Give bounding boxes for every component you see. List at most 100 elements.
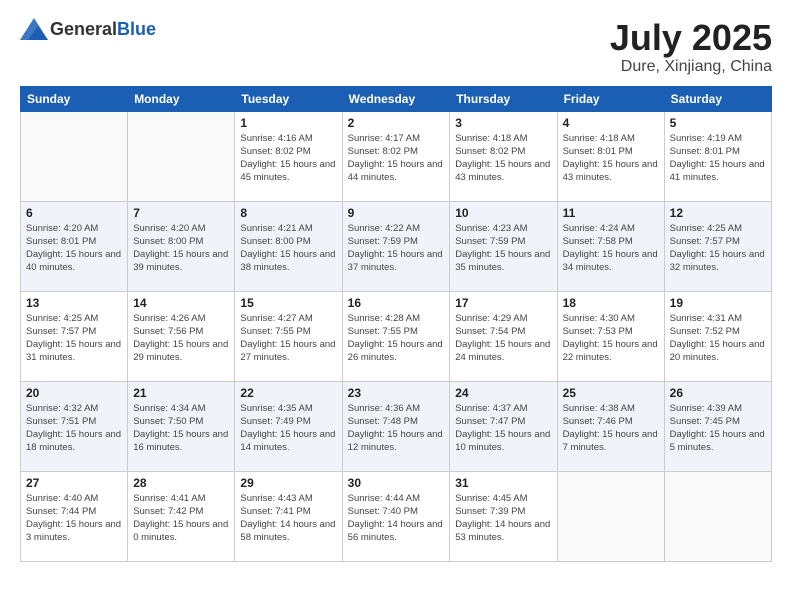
day-info: Sunrise: 4:22 AM Sunset: 7:59 PM Dayligh… bbox=[348, 222, 445, 275]
day-number: 30 bbox=[348, 476, 445, 490]
day-number: 9 bbox=[348, 206, 445, 220]
weekday-header: Wednesday bbox=[342, 86, 450, 111]
day-number: 22 bbox=[240, 386, 336, 400]
calendar-cell: 15 Sunrise: 4:27 AM Sunset: 7:55 PM Dayli… bbox=[235, 291, 342, 381]
day-number: 13 bbox=[26, 296, 122, 310]
day-number: 20 bbox=[26, 386, 122, 400]
day-info: Sunrise: 4:41 AM Sunset: 7:42 PM Dayligh… bbox=[133, 492, 229, 545]
calendar-cell: 6 Sunrise: 4:20 AM Sunset: 8:01 PM Daylig… bbox=[21, 201, 128, 291]
day-info: Sunrise: 4:25 AM Sunset: 7:57 PM Dayligh… bbox=[670, 222, 766, 275]
calendar-cell: 14 Sunrise: 4:26 AM Sunset: 7:56 PM Dayli… bbox=[128, 291, 235, 381]
day-info: Sunrise: 4:37 AM Sunset: 7:47 PM Dayligh… bbox=[455, 402, 551, 455]
day-info: Sunrise: 4:20 AM Sunset: 8:01 PM Dayligh… bbox=[26, 222, 122, 275]
calendar-cell: 21 Sunrise: 4:34 AM Sunset: 7:50 PM Dayli… bbox=[128, 381, 235, 471]
calendar-cell bbox=[21, 111, 128, 201]
day-number: 14 bbox=[133, 296, 229, 310]
day-info: Sunrise: 4:30 AM Sunset: 7:53 PM Dayligh… bbox=[563, 312, 659, 365]
day-number: 6 bbox=[26, 206, 122, 220]
day-number: 8 bbox=[240, 206, 336, 220]
day-number: 17 bbox=[455, 296, 551, 310]
day-number: 15 bbox=[240, 296, 336, 310]
calendar-cell: 9 Sunrise: 4:22 AM Sunset: 7:59 PM Daylig… bbox=[342, 201, 450, 291]
day-info: Sunrise: 4:25 AM Sunset: 7:57 PM Dayligh… bbox=[26, 312, 122, 365]
day-number: 10 bbox=[455, 206, 551, 220]
calendar-cell: 31Sunrise: 4:45 AM Sunset: 7:39 PM Dayli… bbox=[450, 471, 557, 561]
day-info: Sunrise: 4:32 AM Sunset: 7:51 PM Dayligh… bbox=[26, 402, 122, 455]
day-number: 18 bbox=[563, 296, 659, 310]
weekday-header: Sunday bbox=[21, 86, 128, 111]
day-info: Sunrise: 4:18 AM Sunset: 8:01 PM Dayligh… bbox=[563, 132, 659, 185]
calendar-cell: 26 Sunrise: 4:39 AM Sunset: 7:45 PM Dayli… bbox=[664, 381, 771, 471]
logo-blue: Blue bbox=[117, 19, 156, 39]
calendar-cell: 2 Sunrise: 4:17 AM Sunset: 8:02 PM Daylig… bbox=[342, 111, 450, 201]
calendar-cell: 29 Sunrise: 4:43 AM Sunset: 7:41 PM Dayli… bbox=[235, 471, 342, 561]
day-number: 26 bbox=[670, 386, 766, 400]
day-info: Sunrise: 4:26 AM Sunset: 7:56 PM Dayligh… bbox=[133, 312, 229, 365]
calendar-cell: 28 Sunrise: 4:41 AM Sunset: 7:42 PM Dayli… bbox=[128, 471, 235, 561]
calendar-cell: 20 Sunrise: 4:32 AM Sunset: 7:51 PM Dayli… bbox=[21, 381, 128, 471]
day-info: Sunrise: 4:35 AM Sunset: 7:49 PM Dayligh… bbox=[240, 402, 336, 455]
location-title: Dure, Xinjiang, China bbox=[610, 58, 772, 76]
calendar-cell: 10 Sunrise: 4:23 AM Sunset: 7:59 PM Dayli… bbox=[450, 201, 557, 291]
day-number: 1 bbox=[240, 116, 336, 130]
day-number: 2 bbox=[348, 116, 445, 130]
weekday-header: Monday bbox=[128, 86, 235, 111]
day-info: Sunrise: 4:17 AM Sunset: 8:02 PM Dayligh… bbox=[348, 132, 445, 185]
weekday-header: Saturday bbox=[664, 86, 771, 111]
calendar-cell: 19Sunrise: 4:31 AM Sunset: 7:52 PM Dayli… bbox=[664, 291, 771, 381]
calendar-cell: 16 Sunrise: 4:28 AM Sunset: 7:55 PM Dayli… bbox=[342, 291, 450, 381]
day-info: Sunrise: 4:39 AM Sunset: 7:45 PM Dayligh… bbox=[670, 402, 766, 455]
day-info: Sunrise: 4:23 AM Sunset: 7:59 PM Dayligh… bbox=[455, 222, 551, 275]
calendar-row: 27Sunrise: 4:40 AM Sunset: 7:44 PM Dayli… bbox=[21, 471, 772, 561]
day-number: 31 bbox=[455, 476, 551, 490]
calendar-cell: 18 Sunrise: 4:30 AM Sunset: 7:53 PM Dayli… bbox=[557, 291, 664, 381]
day-number: 16 bbox=[348, 296, 445, 310]
day-info: Sunrise: 4:43 AM Sunset: 7:41 PM Dayligh… bbox=[240, 492, 336, 545]
calendar-cell: 11 Sunrise: 4:24 AM Sunset: 7:58 PM Dayli… bbox=[557, 201, 664, 291]
page-header: GeneralBlue July 2025 Dure, Xinjiang, Ch… bbox=[20, 18, 772, 76]
day-number: 24 bbox=[455, 386, 551, 400]
day-info: Sunrise: 4:16 AM Sunset: 8:02 PM Dayligh… bbox=[240, 132, 336, 185]
day-info: Sunrise: 4:28 AM Sunset: 7:55 PM Dayligh… bbox=[348, 312, 445, 365]
day-info: Sunrise: 4:29 AM Sunset: 7:54 PM Dayligh… bbox=[455, 312, 551, 365]
logo-general: General bbox=[50, 19, 117, 39]
calendar-cell bbox=[664, 471, 771, 561]
day-info: Sunrise: 4:27 AM Sunset: 7:55 PM Dayligh… bbox=[240, 312, 336, 365]
logo: GeneralBlue bbox=[20, 18, 156, 40]
title-block: July 2025 Dure, Xinjiang, China bbox=[610, 18, 772, 76]
calendar-cell: 12 Sunrise: 4:25 AM Sunset: 7:57 PM Dayli… bbox=[664, 201, 771, 291]
day-info: Sunrise: 4:24 AM Sunset: 7:58 PM Dayligh… bbox=[563, 222, 659, 275]
calendar-row: 1 Sunrise: 4:16 AM Sunset: 8:02 PM Daylig… bbox=[21, 111, 772, 201]
month-title: July 2025 bbox=[610, 18, 772, 58]
day-number: 21 bbox=[133, 386, 229, 400]
day-info: Sunrise: 4:38 AM Sunset: 7:46 PM Dayligh… bbox=[563, 402, 659, 455]
day-info: Sunrise: 4:44 AM Sunset: 7:40 PM Dayligh… bbox=[348, 492, 445, 545]
calendar-row: 13 Sunrise: 4:25 AM Sunset: 7:57 PM Dayli… bbox=[21, 291, 772, 381]
day-info: Sunrise: 4:20 AM Sunset: 8:00 PM Dayligh… bbox=[133, 222, 229, 275]
calendar-cell: 4Sunrise: 4:18 AM Sunset: 8:01 PM Daylig… bbox=[557, 111, 664, 201]
calendar-cell: 25Sunrise: 4:38 AM Sunset: 7:46 PM Dayli… bbox=[557, 381, 664, 471]
day-info: Sunrise: 4:36 AM Sunset: 7:48 PM Dayligh… bbox=[348, 402, 445, 455]
day-number: 27 bbox=[26, 476, 122, 490]
day-number: 5 bbox=[670, 116, 766, 130]
calendar-cell: 30 Sunrise: 4:44 AM Sunset: 7:40 PM Dayli… bbox=[342, 471, 450, 561]
weekday-header-row: SundayMondayTuesdayWednesdayThursdayFrid… bbox=[21, 86, 772, 111]
weekday-header: Friday bbox=[557, 86, 664, 111]
calendar-cell: 1 Sunrise: 4:16 AM Sunset: 8:02 PM Daylig… bbox=[235, 111, 342, 201]
calendar-cell: 13 Sunrise: 4:25 AM Sunset: 7:57 PM Dayli… bbox=[21, 291, 128, 381]
calendar-page: GeneralBlue July 2025 Dure, Xinjiang, Ch… bbox=[0, 0, 792, 612]
calendar-cell: 3Sunrise: 4:18 AM Sunset: 8:02 PM Daylig… bbox=[450, 111, 557, 201]
day-number: 11 bbox=[563, 206, 659, 220]
calendar-table: SundayMondayTuesdayWednesdayThursdayFrid… bbox=[20, 86, 772, 562]
weekday-header: Tuesday bbox=[235, 86, 342, 111]
calendar-cell bbox=[557, 471, 664, 561]
calendar-cell: 8Sunrise: 4:21 AM Sunset: 8:00 PM Daylig… bbox=[235, 201, 342, 291]
day-info: Sunrise: 4:34 AM Sunset: 7:50 PM Dayligh… bbox=[133, 402, 229, 455]
weekday-header: Thursday bbox=[450, 86, 557, 111]
day-number: 29 bbox=[240, 476, 336, 490]
calendar-cell: 22 Sunrise: 4:35 AM Sunset: 7:49 PM Dayli… bbox=[235, 381, 342, 471]
day-number: 28 bbox=[133, 476, 229, 490]
day-number: 12 bbox=[670, 206, 766, 220]
logo-icon bbox=[20, 18, 48, 40]
calendar-cell: 7Sunrise: 4:20 AM Sunset: 8:00 PM Daylig… bbox=[128, 201, 235, 291]
